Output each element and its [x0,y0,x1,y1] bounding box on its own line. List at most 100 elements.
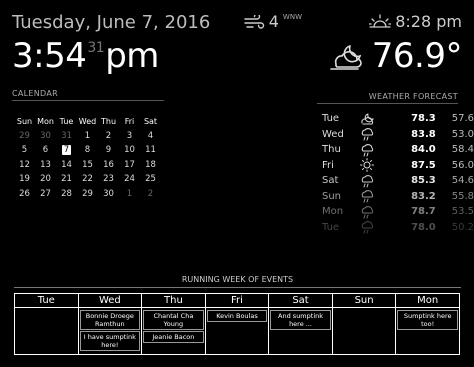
cloudy-night-icon [359,111,394,127]
events-day-header: Tue [14,293,79,308]
forecast-low: 56.0 [451,159,474,171]
forecast-row: Wed 83.8 53.0 [322,127,474,143]
events-divider [14,287,461,288]
wind-speed: 4 [268,12,279,31]
calendar-day: 20 [40,174,51,185]
wind-icon [243,14,265,29]
forecast-low: 50.2 [451,221,474,233]
calendar-day: 1 [84,130,91,141]
calendar-week-row: 12 13 14 15 16 17 18 [14,158,161,173]
calendar-day: 30 [103,188,114,199]
showers-icon [359,204,394,220]
forecast-high: 78.0 [411,221,436,233]
events-day-header: Fri [204,293,270,308]
events-week-table: Tue Wed Thu Fri Sat Sun Mon Bonnie Droege Ramt… [14,293,460,355]
forecast-day: Tue [322,221,340,233]
current-time: 3:5431pm [12,36,159,76]
forecast-low: 57.6 [451,113,474,125]
forecast-row: Sun 83.2 55.8 [322,189,474,205]
calendar-day: 29 [19,130,30,141]
calendar-weekday-row: Sun Mon Tue Wed Thu Fri Sat [14,114,161,129]
showers-icon [359,220,394,236]
cloudy-night-icon [328,40,366,72]
calendar-day: 14 [61,159,72,170]
calendar-day: 12 [19,159,30,170]
event-item[interactable]: And sumptink here ... [270,310,331,330]
forecast-low: 58.4 [451,144,474,156]
forecast-day: Mon [322,206,344,218]
calendar-day: 5 [21,145,28,156]
events-day-header: Sat [268,293,333,308]
calendar-day: 27 [40,188,51,199]
event-item[interactable]: Chantal Cha Young [143,310,204,330]
wind-direction: WNW [282,12,302,21]
events-day-header: Sun [331,293,397,308]
calendar-day: 30 [40,130,51,141]
forecast-low: 53.0 [451,128,474,140]
forecast-day: Tue [322,113,340,125]
calendar-header: CALENDAR [12,89,164,101]
forecast-high: 85.3 [411,175,436,187]
calendar-day: 22 [82,174,93,185]
calendar-day: 2 [147,188,154,199]
calendar-day-today: 7 [61,145,72,156]
calendar-week-row: 29 30 31 1 2 3 4 [14,129,161,144]
calendar-weekday: Fri [124,116,135,126]
events-day-cell: And sumptink here ... [268,307,333,355]
calendar-day: 19 [19,174,30,185]
calendar-day: 15 [82,159,93,170]
calendar-day: 4 [147,130,154,141]
events-day-cell [14,307,79,355]
forecast-row: Thu 84.0 58.4 [322,142,474,158]
events-day-header: Thu [141,293,206,308]
calendar-day: 2 [105,130,112,141]
event-item[interactable]: Sumptink here too! [397,310,458,330]
forecast-row: Tue 78.3 57.6 [322,111,474,127]
calendar-day: 13 [40,159,51,170]
showers-icon [359,142,394,158]
sunny-icon [359,158,394,174]
forecast-high: 83.8 [411,128,436,140]
event-item[interactable]: I have sumptink here! [79,331,141,351]
calendar-weekday: Sat [143,116,158,126]
calendar-day: 21 [61,174,72,185]
events-day-header: Wed [77,293,143,308]
calendar-week-row: 19 20 21 22 23 24 25 [14,172,161,187]
event-item[interactable]: Kevin Boulas [206,310,268,322]
calendar-week-row: 5 6 7 8 9 10 11 [14,143,161,158]
events-header: RUNNING WEEK OF EVENTS [181,275,294,284]
events-day-cell: Chantal Cha Young Jeanie Bacon [141,307,206,355]
events-day-cell: Sumptink here too! [395,307,460,355]
forecast-high: 83.2 [411,190,436,202]
calendar-day: 23 [103,174,114,185]
events-day-cell: Kevin Boulas [204,307,270,355]
showers-icon [359,189,394,205]
calendar-day: 11 [145,145,156,156]
showers-icon [359,127,394,143]
forecast-high: 84.0 [411,144,436,156]
calendar-day: 8 [84,145,91,156]
sunset-icon [369,13,392,30]
forecast-header: WEATHER FORECAST [317,92,458,104]
event-item[interactable]: Bonnie Droege Ramthun [79,310,141,330]
sunset-time: 8:28 pm [395,12,462,31]
calendar-day: 26 [19,188,30,199]
sunset-status: 8:28 pm [369,12,462,31]
forecast-day: Fri [322,159,334,171]
calendar-day: 24 [124,174,135,185]
forecast-table: Tue 78.3 57.6 Wed 83.8 53.0 Thu 84.0 58.4 Fri 87.5… [322,111,474,235]
calendar-day: 1 [126,188,133,199]
forecast-high: 87.5 [411,159,436,171]
calendar-weekday: Wed [78,116,97,126]
calendar-day: 29 [82,188,93,199]
forecast-row: Sat 85.3 54.6 [322,173,474,189]
calendar-weekday: Tue [59,116,74,126]
calendar-grid: Sun Mon Tue Wed Thu Fri Sat 29 30 31 1 2 3 4 5 6 7 8 9 10 1… [14,114,161,201]
calendar-week-row: 26 27 28 29 30 1 2 [14,187,161,202]
calendar-weekday: Sun [16,116,33,126]
calendar-day: 9 [105,145,112,156]
forecast-low: 53.5 [451,206,474,218]
forecast-low: 54.6 [451,175,474,187]
event-item[interactable]: Jeanie Bacon [143,331,204,343]
forecast-row: Mon 78.7 53.5 [322,204,474,220]
